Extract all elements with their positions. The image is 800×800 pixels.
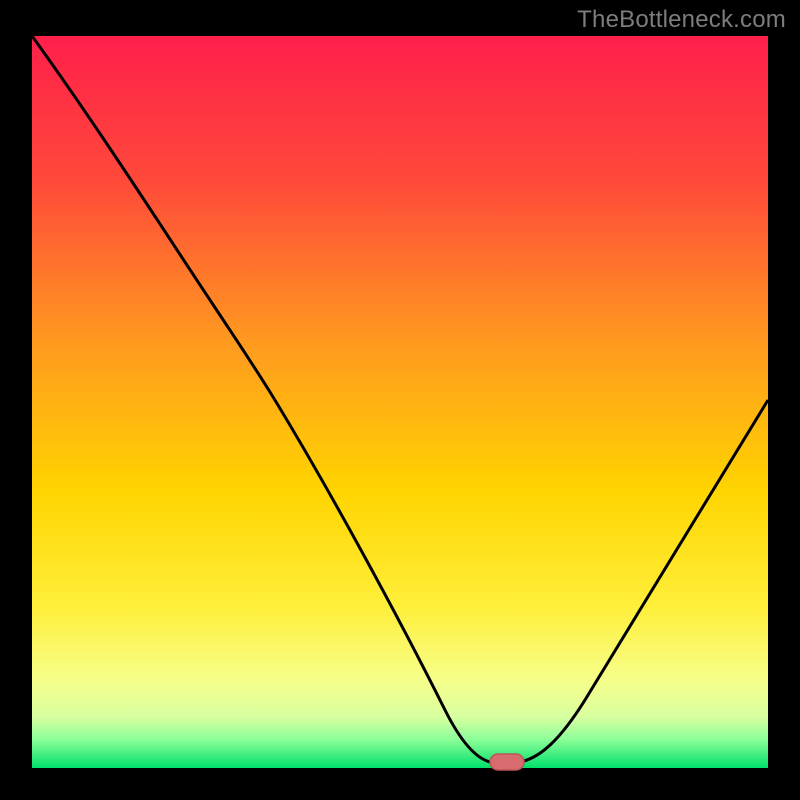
chart-frame: TheBottleneck.com	[0, 0, 800, 800]
optimum-marker	[490, 754, 524, 770]
chart-svg	[0, 0, 800, 800]
plot-area	[32, 36, 768, 768]
watermark-text: TheBottleneck.com	[577, 6, 786, 34]
